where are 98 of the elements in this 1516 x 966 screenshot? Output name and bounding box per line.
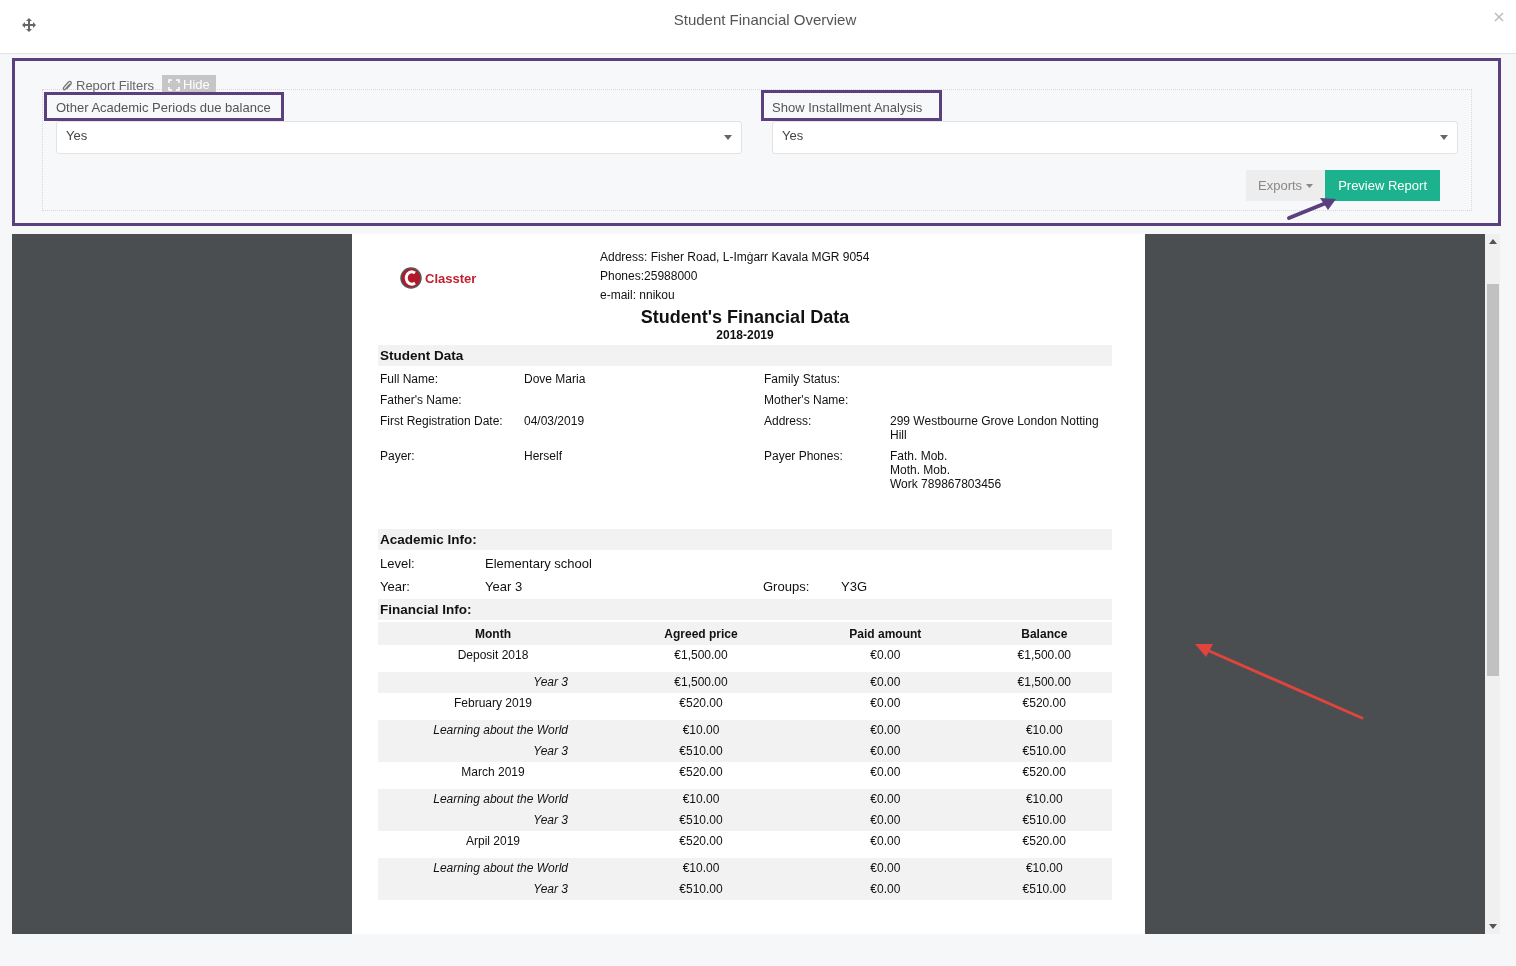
table-cell-text: €520.00 — [678, 764, 724, 781]
scrollbar[interactable] — [1485, 234, 1500, 934]
contact-line: e-mail: nnikou — [600, 288, 676, 302]
table-cell: €10.00 — [608, 858, 794, 879]
field-value: Dove Maria — [524, 372, 587, 386]
table-cell: €0.00 — [794, 672, 977, 693]
field-label: Level: — [380, 556, 416, 571]
table-cell: €510.00 — [608, 879, 794, 900]
field-label: Show Installment Analysis — [761, 90, 943, 121]
table-cell: Learning about the World — [378, 858, 608, 879]
section-heading: Academic Info: — [378, 529, 1112, 550]
scroll-down-icon — [1488, 924, 1497, 929]
table-cell: €10.00 — [608, 789, 794, 810]
table-cell: €0.00 — [794, 720, 977, 741]
column-header: Paid amount — [794, 620, 977, 645]
field-value: Herself — [524, 449, 563, 465]
field-label: Full Name: — [380, 372, 439, 386]
table-cell: €10.00 — [976, 789, 1112, 810]
table-cell: Learning about the World — [378, 720, 608, 741]
table-cell-text: €520.00 — [1021, 764, 1067, 781]
field-label: Payer: — [380, 449, 416, 465]
scroll-up-icon — [1488, 239, 1497, 244]
table-cell: €510.00 — [976, 879, 1112, 900]
paperclip-icon — [62, 79, 72, 92]
column-header: Balance — [976, 620, 1112, 645]
table-cell-text: €520.00 — [1021, 695, 1067, 712]
table-cell-text: €520.00 — [678, 833, 724, 850]
field-label: Father's Name: — [380, 393, 463, 407]
field-value: Elementary school — [485, 556, 593, 571]
select-field[interactable]: Yes — [56, 121, 742, 154]
table-cell: €0.00 — [794, 741, 977, 762]
table-cell-text: €0.00 — [869, 764, 902, 781]
hide-button[interactable]: Hide — [162, 75, 216, 93]
field-value: 04/03/2019 — [524, 414, 586, 430]
logo-text: Classter — [425, 270, 477, 286]
table-cell-text: €1,500.00 — [1016, 647, 1072, 664]
caret-icon — [1306, 183, 1314, 188]
section-heading: Student Data — [378, 345, 1112, 366]
table-cell-text: €1,500.00 — [673, 647, 729, 664]
field-label: Mother's Name: — [764, 393, 850, 407]
field-value: 299 Westbourne Grove London Notting Hill — [890, 414, 1100, 442]
table-cell-text: Deposit 2018 — [456, 647, 530, 664]
tab-label: Report Filters — [76, 78, 155, 93]
field-value: Y3G — [841, 579, 868, 594]
table-cell: €510.00 — [976, 741, 1112, 762]
field-label: Payer Phones: — [764, 449, 844, 465]
exports-button[interactable]: Exports — [1246, 170, 1326, 201]
table-cell: Learning about the World — [378, 789, 608, 810]
table-cell: €510.00 — [608, 741, 794, 762]
field-label: Other Academic Periods due balance — [44, 92, 284, 121]
table-cell: €510.00 — [608, 810, 794, 831]
dropdown-caret-icon — [724, 135, 732, 140]
expand-icon — [168, 78, 181, 91]
table-cell-text: €520.00 — [1021, 833, 1067, 850]
table-cell: Year 3 — [378, 810, 608, 831]
section-heading: Financial Info: — [378, 599, 1112, 620]
field-label: Groups: — [763, 579, 811, 594]
dropdown-caret-icon — [1440, 135, 1448, 140]
table-cell: €10.00 — [608, 720, 794, 741]
preview-report-button[interactable]: Preview Report — [1325, 170, 1440, 201]
move-icon — [22, 17, 36, 32]
table-cell: Year 3 — [378, 741, 608, 762]
contact-line: Address: Fisher Road, L-Imġarr Kavala MGR 9054 — [600, 250, 870, 264]
table-cell: €0.00 — [794, 879, 977, 900]
table-cell: €1,500.00 — [976, 672, 1112, 693]
table-cell: €10.00 — [976, 858, 1112, 879]
table-cell-text: €520.00 — [678, 695, 724, 712]
close-icon — [1494, 12, 1504, 22]
column-header: Agreed price — [608, 620, 794, 645]
table-cell-text: Arpil 2019 — [464, 833, 521, 850]
table-cell-text: €0.00 — [869, 647, 902, 664]
scrollbar-thumb[interactable] — [1486, 284, 1499, 676]
table-cell-text: March 2019 — [460, 764, 526, 781]
table-cell: €0.00 — [794, 810, 977, 831]
table-cell: €0.00 — [794, 789, 977, 810]
field-value: Fath. Mob. Moth. Mob. Work 789867803456 — [890, 449, 1003, 491]
table-cell: €510.00 — [976, 810, 1112, 831]
report-period: 2018-2019 — [715, 328, 775, 342]
annotation-arrow — [1286, 195, 1338, 221]
field-label: Family Status: — [764, 372, 842, 386]
field-label: Address: — [764, 414, 813, 430]
logo-icon — [400, 266, 422, 290]
table-cell: €1,500.00 — [608, 672, 794, 693]
table-cell: Year 3 — [378, 879, 608, 900]
report-title: Student's Financial Data — [639, 307, 851, 328]
field-value: Year 3 — [485, 579, 524, 594]
contact-line: Phones:25988000 — [600, 269, 699, 283]
field-label: First Registration Date: — [380, 414, 504, 430]
table-cell-text: €0.00 — [869, 833, 902, 850]
table-cell: Year 3 — [378, 672, 608, 693]
table-cell: €10.00 — [976, 720, 1112, 741]
dialog-title: Student Financial Overview — [672, 11, 858, 28]
table-cell-text: €0.00 — [869, 695, 902, 712]
table-cell: €0.00 — [794, 858, 977, 879]
select-field[interactable]: Yes — [772, 121, 1458, 154]
table-cell-text: February 2019 — [452, 695, 533, 712]
field-label: Year: — [380, 579, 411, 594]
column-header: Month — [378, 620, 608, 645]
